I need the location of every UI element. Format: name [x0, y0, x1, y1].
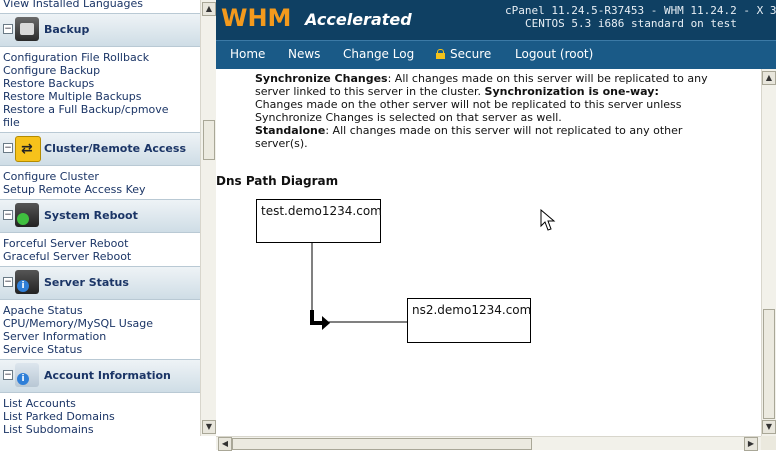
sidebar-link-view-installed-languages[interactable]: View Installed Languages [3, 0, 143, 10]
sidebar-link[interactable]: file [3, 116, 20, 129]
sidebar-link[interactable]: Configuration File Rollback [3, 51, 149, 64]
server-status-icon: i [15, 270, 39, 294]
sidebar-link[interactable]: Configure Backup [3, 64, 100, 77]
oneway-line: server linked to this server in the clus… [255, 85, 659, 98]
diagram-connector [310, 243, 407, 330]
sidebar-link[interactable]: Configure Cluster [3, 170, 99, 183]
nav-change-log[interactable]: Change Log [343, 47, 414, 61]
whm-logo: WHM [221, 4, 292, 32]
section-server-status[interactable]: − i Server Status [0, 266, 200, 300]
nav-logout[interactable]: Logout (root) [515, 47, 593, 61]
oneway-label: Synchronization is one-way: [484, 85, 659, 98]
sidebar: View Installed Languages − Backup Config… [0, 0, 200, 436]
node-label: test.demo1234.com [261, 204, 382, 218]
sidebar-link[interactable]: Restore Multiple Backups [3, 90, 141, 103]
standalone-line: Standalone: All changes made on this ser… [255, 124, 682, 137]
scroll-down-icon[interactable]: ▼ [762, 420, 776, 434]
scroll-up-icon[interactable]: ▲ [762, 71, 776, 85]
reboot-icon [15, 203, 39, 227]
content-scrollbar[interactable]: ▲ ▼ [761, 69, 776, 436]
diagram-title: Dns Path Diagram [216, 174, 339, 188]
sidebar-link[interactable]: List Parked Domains [3, 410, 115, 423]
account-info-icon: i [15, 363, 39, 387]
nav-news[interactable]: News [288, 47, 320, 61]
sidebar-link[interactable]: List Subdomains [3, 423, 94, 436]
accelerated-logo: Accelerated [305, 10, 412, 29]
diagram-node-test: test.demo1234.com [256, 199, 382, 243]
content-scroll-thumb[interactable] [763, 309, 775, 419]
sidebar-scrollbar[interactable]: ▲ ▼ [200, 0, 216, 436]
sidebar-link[interactable]: Graceful Server Reboot [3, 250, 131, 263]
sidebar-link[interactable]: Forceful Server Reboot [3, 237, 128, 250]
sidebar-scroll-thumb[interactable] [203, 120, 215, 160]
scroll-down-icon[interactable]: ▼ [202, 420, 216, 434]
section-title: Account Information [44, 369, 171, 382]
sidebar-link[interactable]: Setup Remote Access Key [3, 183, 146, 196]
sidebar-link[interactable]: Restore Backups [3, 77, 94, 90]
version-info: cPanel 11.24.5-R37453 - WHM 11.24.2 - X … [505, 4, 776, 17]
collapse-icon[interactable]: − [3, 143, 13, 153]
diagram-node-ns2: ns2.demo1234.com [407, 298, 531, 343]
os-info: CENTOS 5.3 i686 standard on test [525, 17, 737, 30]
mouse-cursor-icon [540, 209, 556, 231]
line4: Synchronize Changes is selected on that … [255, 111, 562, 124]
nav-home[interactable]: Home [230, 47, 265, 61]
section-title: Backup [44, 23, 90, 36]
sidebar-link[interactable]: Apache Status [3, 304, 83, 317]
nav-secure[interactable]: Secure [450, 47, 491, 61]
sidebar-link[interactable]: Server Information [3, 330, 106, 343]
section-title: Server Status [44, 276, 129, 289]
cluster-icon: ⇄ [15, 136, 41, 162]
scroll-left-icon[interactable]: ◀ [218, 437, 232, 451]
sidebar-link[interactable]: Restore a Full Backup/cpmove [3, 103, 169, 116]
section-title: Cluster/Remote Access [44, 142, 186, 155]
scroll-up-icon[interactable]: ▲ [202, 2, 216, 16]
lock-icon [436, 49, 445, 59]
backup-icon [15, 17, 39, 41]
collapse-icon[interactable]: − [3, 210, 13, 220]
scroll-right-icon[interactable]: ▶ [744, 437, 758, 451]
node-label: ns2.demo1234.com [412, 303, 532, 317]
section-account-information[interactable]: − i Account Information [0, 359, 200, 393]
sidebar-link[interactable]: Service Status [3, 343, 82, 356]
sync-changes-line: Synchronize Changes: All changes made on… [255, 72, 708, 85]
standalone-text: : All changes made on this server will n… [325, 124, 683, 137]
sidebar-link[interactable]: List Accounts [3, 397, 76, 410]
section-cluster[interactable]: − ⇄ Cluster/Remote Access [0, 132, 200, 166]
horizontal-scroll-thumb[interactable] [232, 438, 532, 450]
sync-text: : All changes made on this server will b… [387, 72, 708, 85]
section-backup[interactable]: − Backup [0, 13, 200, 47]
line2-text: server linked to this server in the clus… [255, 85, 485, 98]
standalone-label: Standalone [255, 124, 326, 137]
line6: server(s). [255, 137, 308, 150]
scroll-corner [761, 436, 776, 450]
line3: Changes made on the other server will no… [255, 98, 682, 111]
section-title: System Reboot [44, 209, 138, 222]
collapse-icon[interactable]: − [3, 370, 13, 380]
collapse-icon[interactable]: − [3, 277, 13, 287]
sync-label: Synchronize Changes [255, 72, 388, 85]
section-system-reboot[interactable]: − System Reboot [0, 199, 200, 233]
collapse-icon[interactable]: − [3, 24, 13, 34]
sidebar-link[interactable]: CPU/Memory/MySQL Usage [3, 317, 153, 330]
horizontal-scrollbar[interactable]: ◀ ▶ [216, 436, 761, 451]
